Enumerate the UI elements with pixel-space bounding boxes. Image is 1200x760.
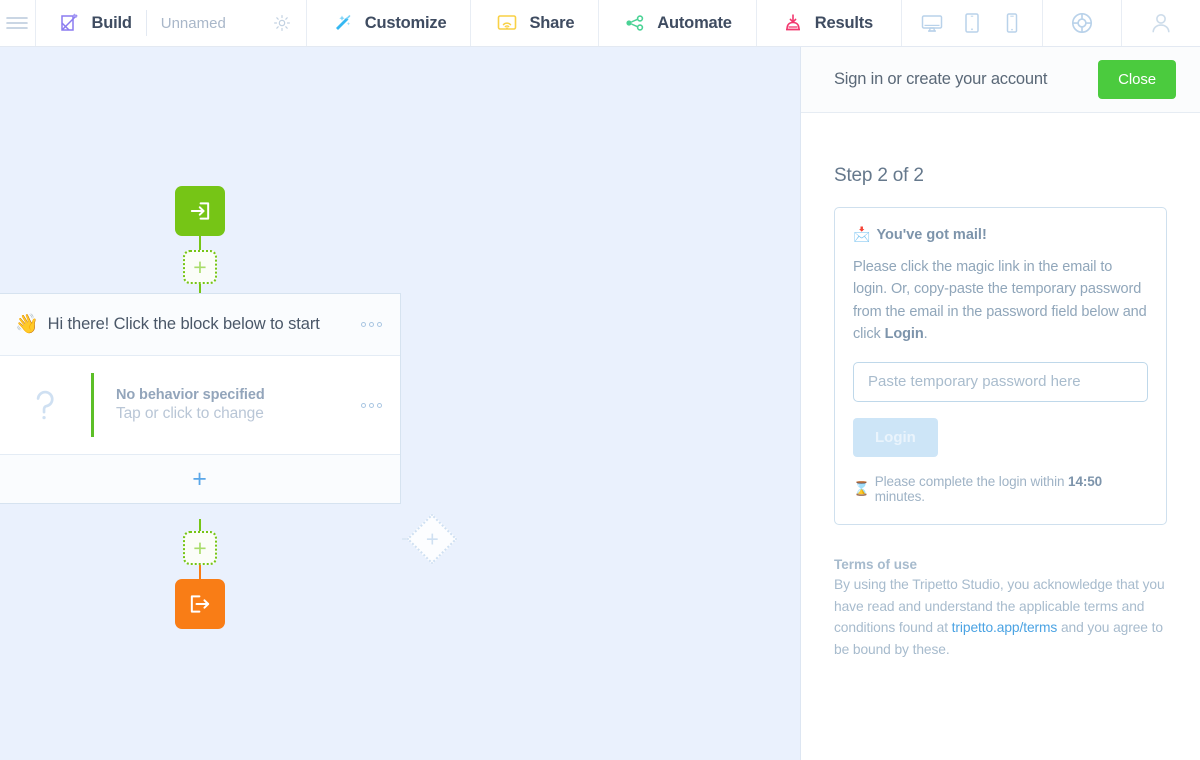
plus-icon: + (193, 534, 207, 561)
panel-body: Step 2 of 2 📩 You've got mail! Please cl… (801, 113, 1200, 661)
login-instructions-part2: . (923, 326, 928, 343)
cluster-add-block-button[interactable]: + (0, 455, 400, 503)
tab-share[interactable]: Share (471, 0, 600, 46)
ellipsis-menu-icon[interactable] (351, 402, 382, 408)
results-inbox-download-icon (781, 11, 805, 35)
tab-customize[interactable]: Customize (307, 0, 472, 46)
sign-in-arrow-icon (186, 197, 214, 225)
tab-automate-label: Automate (657, 13, 732, 32)
add-block-placeholder-bottom[interactable]: + (183, 531, 217, 565)
waving-hand-emoji: 👋 (15, 314, 39, 335)
signin-panel: Sign in or create your account Close Ste… (801, 47, 1200, 760)
panel-header: Sign in or create your account Close (801, 47, 1200, 113)
tab-share-label: Share (529, 13, 575, 32)
device-preview-group (902, 0, 1043, 46)
terms-body: By using the Tripetto Studio, you acknow… (834, 574, 1167, 661)
cluster-title: Hi there! Click the block below to start (47, 315, 320, 333)
behavior-subtitle: Tap or click to change (116, 405, 264, 422)
tab-build[interactable]: Build Unnamed (36, 0, 307, 46)
divider (145, 10, 147, 36)
flow-canvas[interactable]: + 👋 Hi there! Click the block below to s… (0, 47, 800, 760)
behavior-title: No behavior specified (116, 387, 265, 403)
terms-of-use: Terms of use By using the Tripetto Studi… (834, 557, 1167, 661)
tab-automate[interactable]: Automate (599, 0, 757, 46)
login-button[interactable]: Login (853, 417, 938, 457)
tab-results-label: Results (814, 13, 873, 32)
tab-results[interactable]: Results (757, 0, 902, 46)
login-instructions-bold: Login (884, 326, 924, 343)
login-card: 📩 You've got mail! Please click the magi… (834, 207, 1167, 525)
panel-title: Sign in or create your account (834, 70, 1048, 88)
account-button[interactable] (1122, 0, 1200, 46)
hamburger-menu-icon (5, 15, 29, 31)
cluster-header[interactable]: 👋 Hi there! Click the block below to sta… (0, 294, 400, 356)
timer-prefix: Please complete the login within (874, 473, 1069, 489)
flow-cluster-card[interactable]: 👋 Hi there! Click the block below to sta… (0, 293, 401, 504)
connector-add-to-end (199, 565, 201, 579)
plus-icon: + (192, 464, 207, 493)
add-block-placeholder-top[interactable]: + (183, 250, 217, 284)
block-behavior[interactable]: No behavior specified Tap or click to ch… (94, 356, 400, 454)
timer-value: 14:50 (1068, 473, 1103, 489)
ellipsis-menu-icon[interactable] (351, 322, 382, 327)
login-timer-text: Please complete the login within 14:50 m… (875, 474, 1148, 504)
tablet-icon[interactable] (960, 11, 984, 35)
incoming-envelope-emoji: 📩 (853, 226, 871, 242)
hamburger-menu-button[interactable] (0, 0, 36, 46)
terms-link[interactable]: tripetto.app/terms (952, 620, 1058, 635)
life-ring-help-icon (1069, 10, 1095, 36)
connector-start-to-add (199, 236, 201, 250)
end-block[interactable] (175, 579, 225, 629)
connector-cluster-to-add-bottom (199, 519, 201, 531)
tab-customize-label: Customize (364, 13, 447, 32)
tab-build-label: Build (91, 13, 132, 32)
user-avatar-icon (1148, 10, 1174, 36)
cluster-block-row[interactable]: No behavior specified Tap or click to ch… (0, 356, 400, 455)
help-button[interactable] (1043, 0, 1122, 46)
login-instructions: Please click the magic link in the email… (853, 256, 1148, 346)
terms-title: Terms of use (834, 556, 918, 572)
block-type-icon-column (0, 356, 91, 454)
build-pencil-icon (58, 11, 82, 35)
question-mark-icon (22, 382, 68, 428)
desktop-monitor-icon[interactable] (920, 11, 944, 35)
step-indicator: Step 2 of 2 (834, 165, 924, 186)
login-card-heading-text: You've got mail! (876, 226, 987, 243)
mobile-phone-icon[interactable] (1000, 11, 1024, 35)
timer-suffix: minutes. (874, 488, 925, 504)
start-block[interactable] (175, 186, 225, 236)
temporary-password-input[interactable] (853, 361, 1148, 402)
close-button[interactable]: Close (1098, 60, 1176, 99)
add-branch-placeholder[interactable]: + (406, 513, 458, 565)
form-name-label[interactable]: Unnamed (161, 15, 226, 32)
top-toolbar: Build Unnamed Customize Share Automate R… (0, 0, 1200, 47)
plus-icon: + (193, 253, 207, 280)
gear-icon[interactable] (272, 13, 292, 33)
share-monitor-wifi-icon (495, 11, 519, 35)
login-card-heading: 📩 You've got mail! (853, 226, 1148, 243)
magic-wand-icon (331, 11, 355, 35)
automate-nodes-icon (623, 11, 647, 35)
plus-icon: + (425, 525, 439, 551)
login-timer: ⌛ Please complete the login within 14:50… (853, 474, 1148, 504)
hourglass-emoji: ⌛ (853, 480, 870, 496)
sign-out-arrow-icon (186, 590, 214, 618)
